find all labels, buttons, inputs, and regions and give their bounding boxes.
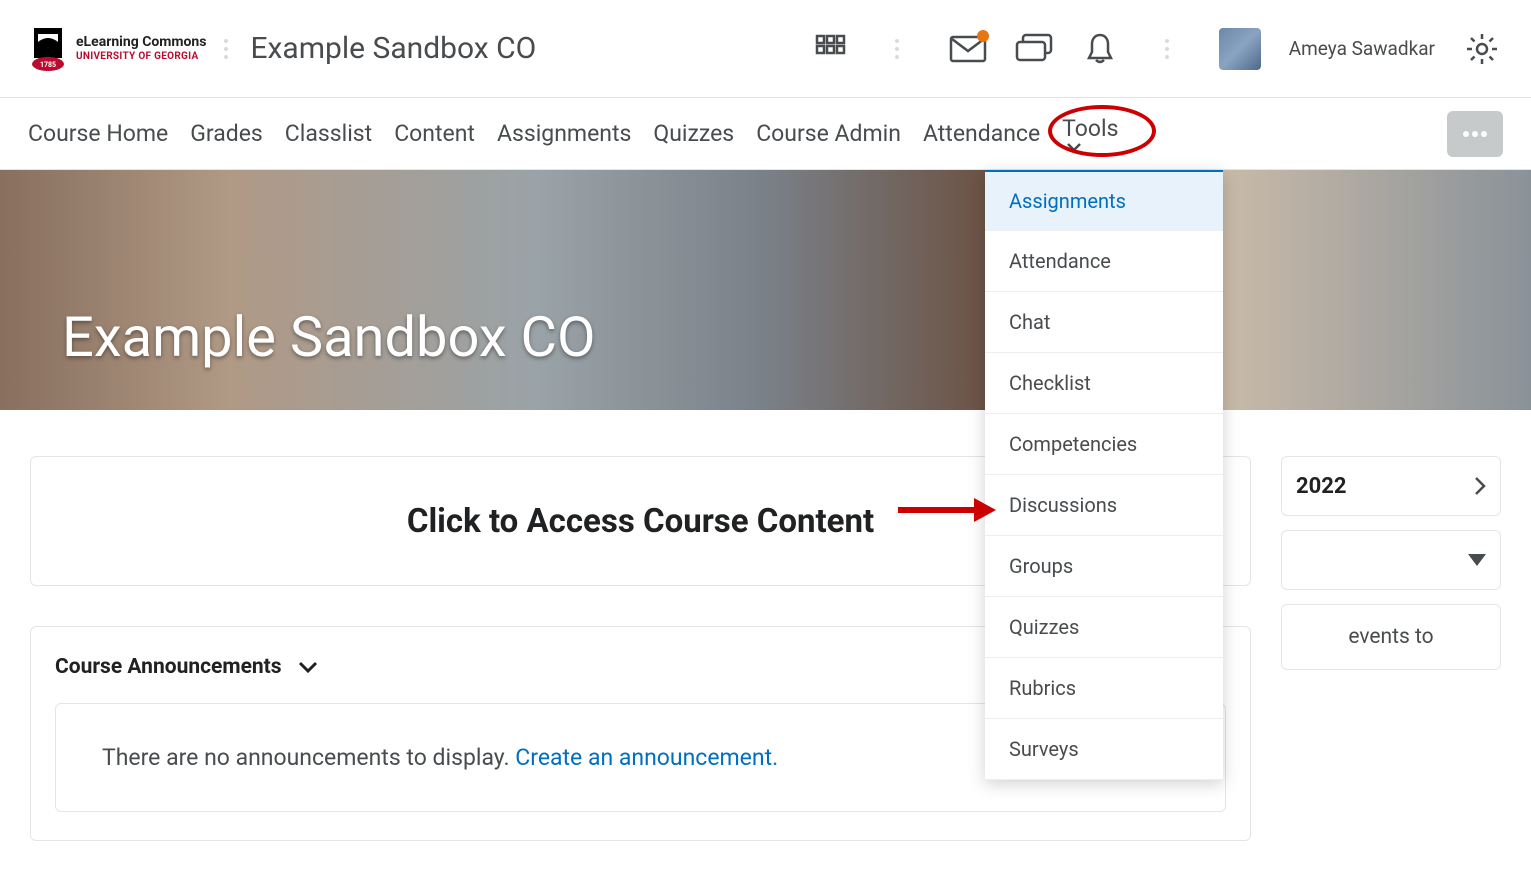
gear-icon[interactable]	[1463, 30, 1501, 68]
content-area: Click to Access Course Content Course An…	[0, 410, 1531, 887]
mail-icon[interactable]	[949, 30, 987, 68]
uga-arch-icon: 1785	[30, 26, 66, 72]
nav-attendance[interactable]: Attendance	[923, 120, 1040, 147]
tools-item-chat[interactable]: Chat	[985, 292, 1223, 353]
tools-item-quizzes[interactable]: Quizzes	[985, 597, 1223, 658]
tools-item-rubrics[interactable]: Rubrics	[985, 658, 1223, 719]
chat-icon[interactable]	[1015, 30, 1053, 68]
tools-item-discussions[interactable]: Discussions	[985, 475, 1223, 536]
course-context-title[interactable]: Example Sandbox CO	[250, 31, 536, 66]
ellipsis-icon	[1462, 131, 1488, 137]
nav-course-admin[interactable]: Course Admin	[756, 120, 901, 147]
nav-content[interactable]: Content	[394, 120, 475, 147]
divider-dots	[1165, 39, 1173, 59]
notification-dot	[977, 30, 989, 42]
site-logo[interactable]: 1785 eLearning Commons UNIVERSITY OF GEO…	[30, 26, 206, 72]
chevron-down-icon	[298, 661, 318, 673]
avatar[interactable]	[1219, 28, 1261, 70]
access-content-heading: Click to Access Course Content	[407, 502, 874, 541]
tools-menu: Assignments Attendance Chat Checklist Co…	[985, 170, 1223, 780]
banner-title: Example Sandbox CO	[62, 304, 596, 370]
svg-text:1785: 1785	[40, 61, 56, 69]
banner-image	[0, 170, 1531, 410]
calendar-date-selector[interactable]: 2022	[1281, 456, 1501, 516]
tools-item-assignments[interactable]: Assignments	[985, 170, 1223, 231]
course-navbar: Course Home Grades Classlist Content Ass…	[0, 98, 1531, 170]
triangle-down-icon	[1468, 554, 1486, 566]
announcements-heading: Course Announcements	[55, 655, 282, 679]
nav-grades[interactable]: Grades	[190, 120, 263, 147]
nav-course-home[interactable]: Course Home	[28, 120, 168, 147]
chevron-down-icon	[1066, 142, 1082, 152]
top-right-controls: Ameya Sawadkar	[811, 28, 1501, 70]
divider-dots	[895, 39, 903, 59]
logo-text: eLearning Commons UNIVERSITY OF GEORGIA	[76, 35, 206, 61]
annotation-arrow	[898, 495, 998, 525]
divider-dots	[224, 39, 232, 59]
events-text: events to	[1348, 625, 1433, 649]
tools-item-checklist[interactable]: Checklist	[985, 353, 1223, 414]
apps-grid-icon[interactable]	[811, 30, 849, 68]
tools-item-groups[interactable]: Groups	[985, 536, 1223, 597]
more-button[interactable]	[1447, 111, 1503, 157]
calendar-year: 2022	[1296, 474, 1347, 499]
nav-quizzes[interactable]: Quizzes	[653, 120, 734, 147]
tools-label: Tools	[1062, 115, 1118, 142]
topbar: 1785 eLearning Commons UNIVERSITY OF GEO…	[0, 0, 1531, 98]
tools-item-attendance[interactable]: Attendance	[985, 231, 1223, 292]
course-banner: Example Sandbox CO	[0, 170, 1531, 410]
nav-classlist[interactable]: Classlist	[285, 120, 372, 147]
bell-icon[interactable]	[1081, 30, 1119, 68]
events-box: events to	[1281, 604, 1501, 670]
logo-line2: UNIVERSITY OF GEORGIA	[76, 51, 206, 62]
tools-item-competencies[interactable]: Competencies	[985, 414, 1223, 475]
create-announcement-link[interactable]: Create an announcement.	[515, 744, 778, 771]
nav-assignments[interactable]: Assignments	[497, 120, 631, 147]
tools-item-surveys[interactable]: Surveys	[985, 719, 1223, 780]
announcements-empty-text: There are no announcements to display.	[102, 744, 515, 771]
chevron-right-icon	[1474, 476, 1486, 496]
username-label[interactable]: Ameya Sawadkar	[1289, 37, 1435, 60]
logo-line1: eLearning Commons	[76, 35, 206, 50]
sidebar-column: 2022 events to	[1281, 456, 1501, 841]
calendar-collapse[interactable]	[1281, 530, 1501, 590]
nav-tools-dropdown[interactable]: Tools	[1062, 115, 1118, 152]
